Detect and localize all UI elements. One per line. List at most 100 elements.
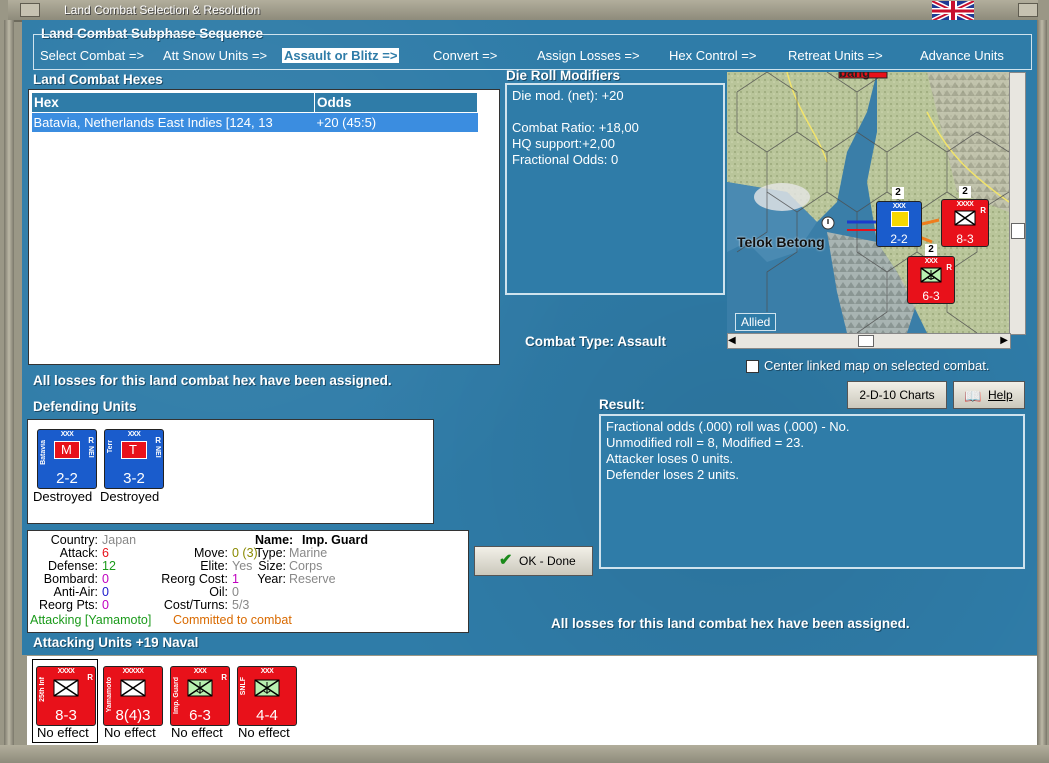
unit-strength: 2-2 xyxy=(890,232,908,246)
unit-name: Batavia xyxy=(40,440,47,465)
center-map-checkbox[interactable] xyxy=(746,360,759,373)
attacking-header: Attacking Units +19 Naval xyxy=(33,635,199,650)
label-name: Name: xyxy=(255,533,294,547)
step-hex-control[interactable]: Hex Control => xyxy=(669,48,756,63)
label-move: Move: xyxy=(193,546,228,560)
value-elite: Yes xyxy=(232,559,253,573)
attacking-unit-imp-guard[interactable]: XXX Imp. Guard R 6-3 xyxy=(170,666,230,726)
combat-type: Combat Type: Assault xyxy=(525,334,666,349)
losses-message-2: All losses for this land combat hex have… xyxy=(551,616,910,631)
table-row[interactable]: Batavia, Netherlands East Indies [124, 1… xyxy=(31,112,478,132)
label-oil: Oil: xyxy=(209,585,228,599)
map-unit-batavia[interactable]: XXX 2-2 xyxy=(876,201,922,247)
scroll-thumb[interactable] xyxy=(858,335,874,347)
value-reorg-cost: 1 xyxy=(232,572,239,586)
scroll-left-icon[interactable]: ◀ xyxy=(728,335,736,346)
unit-info-panel: Country: Japan Attack: 6 Defense: 12 Bom… xyxy=(27,530,469,633)
combat-ratio: Combat Ratio: +18,00 xyxy=(512,120,639,135)
label-antiair: Anti-Air: xyxy=(53,585,98,599)
die-roll-panel: Die mod. (net): +20 Combat Ratio: +18,00… xyxy=(505,83,725,295)
close-button[interactable] xyxy=(1018,3,1038,17)
attacking-unit-25th-inf[interactable]: XXXX 25th Inf R 8-3 xyxy=(36,666,96,726)
ok-label: OK - Done xyxy=(519,554,576,568)
step-retreat-units[interactable]: Retreat Units => xyxy=(788,48,883,63)
left-border xyxy=(4,20,14,745)
hexes-header: Land Combat Hexes xyxy=(33,72,163,87)
defending-unit-terr[interactable]: XXX Terr R NEI T 3-2 xyxy=(104,429,164,489)
step-assign-losses[interactable]: Assign Losses => xyxy=(537,48,640,63)
help-label: Help xyxy=(988,388,1013,402)
unit-name: 25th Inf xyxy=(39,677,46,702)
label-size: Size: xyxy=(258,559,286,573)
value-bombard: 0 xyxy=(102,572,109,586)
unit-strength: 2-2 xyxy=(56,470,78,487)
unit-size: XXX xyxy=(892,203,906,210)
map-view[interactable]: bang Telok Betong XXX 2-2 2 XXXX R 8-3 2… xyxy=(727,72,1009,333)
ok-done-button[interactable]: ✔ OK - Done xyxy=(474,546,593,576)
hq-support: HQ support:+2,00 xyxy=(512,136,615,151)
scroll-right-icon[interactable]: ▶ xyxy=(1000,335,1008,346)
unit-strength: 6-3 xyxy=(922,289,940,303)
unit-status: Destroyed xyxy=(33,489,93,504)
col-hex[interactable]: Hex xyxy=(31,92,315,113)
unit-nation: NEI xyxy=(87,446,94,458)
result-line: Attacker loses 0 units. xyxy=(606,451,734,466)
step-assault-blitz[interactable]: Assault or Blitz => xyxy=(282,48,400,63)
defending-header: Defending Units xyxy=(33,399,137,414)
title-bar: Land Combat Selection & Resolution xyxy=(8,0,1038,22)
hexes-table: Hex Odds Batavia, Netherlands East Indie… xyxy=(31,92,478,132)
minimize-button[interactable] xyxy=(20,3,40,17)
value-cost-turns: 5/3 xyxy=(232,598,250,612)
result-panel: Fractional odds (.000) roll was (.000) -… xyxy=(599,414,1025,569)
unit-strength: 4-4 xyxy=(256,707,278,724)
value-oil: 0 xyxy=(232,585,239,599)
value-size: Corps xyxy=(289,559,323,573)
unit-strength: 6-3 xyxy=(189,707,211,724)
die-mod-net: Die mod. (net): +20 xyxy=(512,88,624,103)
die-roll-header: Die Roll Modifiers xyxy=(506,68,621,83)
step-advance-units[interactable]: Advance Units xyxy=(920,48,1004,63)
col-odds[interactable]: Odds xyxy=(314,92,478,113)
result-header: Result: xyxy=(599,397,645,412)
map-unit-imp-guard[interactable]: XXX R 6-3 xyxy=(907,256,955,304)
label-type: Type: xyxy=(255,546,286,560)
label-elite: Elite: xyxy=(200,559,228,573)
value-defense: 12 xyxy=(102,559,116,573)
losses-message: All losses for this land combat hex have… xyxy=(33,373,392,388)
value-country: Japan xyxy=(102,533,137,547)
step-convert[interactable]: Convert => xyxy=(433,48,497,63)
unit-side: R xyxy=(88,436,94,445)
scroll-thumb[interactable] xyxy=(1011,223,1025,239)
marine-icon xyxy=(187,679,213,697)
map-scrollbar-horizontal[interactable]: ◀ ▶ xyxy=(727,333,1011,349)
help-button[interactable]: 📖 Help xyxy=(953,381,1025,409)
step-att-snow[interactable]: Att Snow Units => xyxy=(163,48,267,63)
unit-status: No effect xyxy=(238,725,290,740)
infantry-icon xyxy=(53,679,79,697)
label-attack: Attack: xyxy=(59,546,98,560)
value-type: Marine xyxy=(289,546,328,560)
attacking-panel: XXXX 25th Inf R 8-3 No effect XXXXX Yama… xyxy=(27,656,1037,745)
map-unit-25th-inf[interactable]: XXXX R 8-3 xyxy=(941,199,989,247)
step-select-combat[interactable]: Select Combat => xyxy=(40,48,144,63)
attacking-unit-snlf[interactable]: XXX SNLF 4-4 xyxy=(237,666,297,726)
unit-strength: 3-2 xyxy=(123,470,145,487)
unit-size: XXX xyxy=(260,668,274,675)
charts-button[interactable]: 2-D-10 Charts xyxy=(847,381,947,409)
result-line: Fractional odds (.000) roll was (.000) -… xyxy=(606,419,850,434)
map-label-top: bang xyxy=(839,72,871,80)
unit-side: R xyxy=(87,673,93,682)
infantry-icon xyxy=(120,679,146,697)
map-scrollbar-vertical[interactable] xyxy=(1009,72,1026,335)
militia-icon: M xyxy=(54,441,80,459)
tab-allied[interactable]: Allied xyxy=(735,313,777,331)
attacking-unit-yamamoto[interactable]: XXXXX Yamamoto 8(4)3 xyxy=(103,666,163,726)
unit-size: XXXXX xyxy=(122,668,144,675)
checkmark-icon: ✔ xyxy=(499,552,513,569)
unit-status: Destroyed xyxy=(100,489,160,504)
stack-count: 2 xyxy=(959,186,971,198)
value-name: Imp. Guard xyxy=(302,533,368,547)
defending-unit-batavia[interactable]: XXX Batavia R NEI M 2-2 xyxy=(37,429,97,489)
value-reorg-pts: 0 xyxy=(102,598,109,612)
unit-name: SNLF xyxy=(240,677,247,696)
